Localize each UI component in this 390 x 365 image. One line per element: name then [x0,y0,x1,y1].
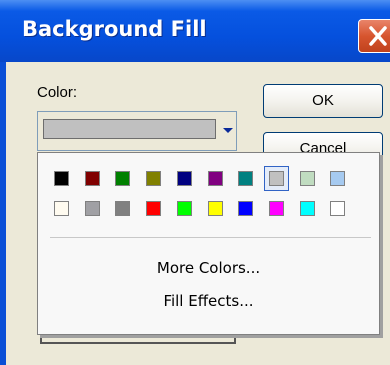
ok-button[interactable]: OK [263,84,383,118]
close-icon [369,26,387,46]
color-swatch[interactable] [146,171,162,186]
fill-effects-item[interactable]: Fill Effects... [38,286,379,316]
color-swatch[interactable] [207,201,223,216]
color-swatch[interactable] [238,171,254,186]
color-swatch[interactable] [268,171,284,186]
more-colors-item[interactable]: More Colors... [38,253,379,283]
triangle-down-icon[interactable] [223,128,233,133]
color-palette-popup: More Colors... Fill Effects... [37,152,380,335]
color-swatch[interactable] [207,171,223,186]
selected-color-swatch [43,119,216,139]
color-swatch[interactable] [330,171,346,186]
dialog-title: Background Fill [22,17,207,41]
color-swatch[interactable] [54,201,69,216]
color-swatch[interactable] [115,201,131,216]
color-swatch[interactable] [84,201,100,216]
color-swatch[interactable] [330,201,346,216]
color-swatch[interactable] [299,201,315,216]
background-fill-dialog: Background Fill Color: OK Cancel More Co… [0,0,390,365]
color-swatch[interactable] [238,201,254,216]
menu-separator [50,237,371,238]
color-swatch[interactable] [84,171,100,186]
color-swatch[interactable] [115,171,131,186]
color-swatch[interactable] [54,171,69,186]
color-swatch[interactable] [299,171,315,186]
close-button[interactable] [358,19,390,53]
color-label: Color: [37,84,78,101]
color-swatch[interactable] [176,201,192,216]
title-bar[interactable]: Background Fill [0,0,390,62]
window-frame [0,62,6,365]
color-swatch[interactable] [268,201,284,216]
color-dropdown[interactable] [37,111,237,151]
color-swatch[interactable] [176,171,192,186]
color-swatch[interactable] [146,201,162,216]
